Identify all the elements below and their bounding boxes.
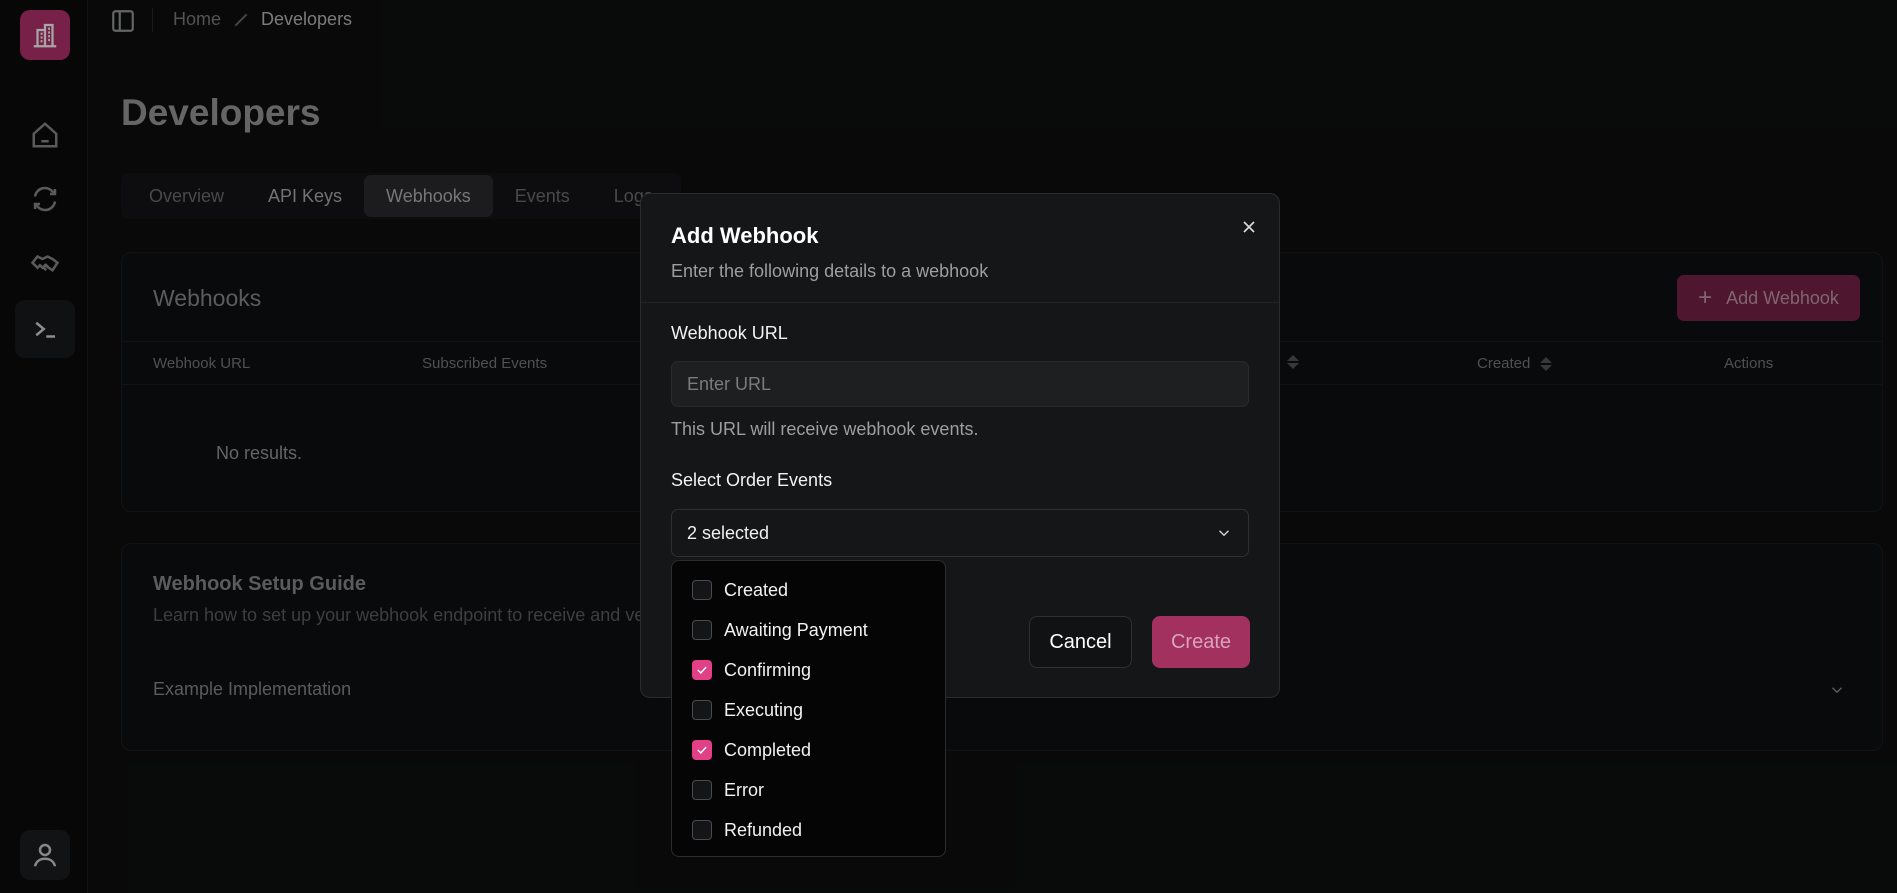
event-option-created[interactable]: Created <box>672 570 945 610</box>
cancel-button[interactable]: Cancel <box>1029 616 1132 668</box>
checkbox[interactable] <box>692 580 712 600</box>
order-events-dropdown: Created Awaiting Payment Confirming Exec… <box>671 560 946 857</box>
event-option-label: Awaiting Payment <box>724 619 868 640</box>
order-events-value: 2 selected <box>687 522 770 543</box>
event-option-error[interactable]: Error <box>672 770 945 810</box>
webhook-url-help: This URL will receive webhook events. <box>671 419 979 439</box>
checkbox-checked[interactable] <box>692 740 712 760</box>
dialog-title: Add Webhook <box>671 223 819 248</box>
dialog-subtitle: Enter the following details to a webhook <box>671 261 989 281</box>
checkbox-checked[interactable] <box>692 660 712 680</box>
event-option-confirming[interactable]: Confirming <box>672 650 945 690</box>
webhook-url-input[interactable] <box>671 361 1249 407</box>
checkbox[interactable] <box>692 780 712 800</box>
event-option-completed[interactable]: Completed <box>672 730 945 770</box>
event-option-label: Completed <box>724 739 812 760</box>
check-icon <box>697 746 707 755</box>
event-option-refunded[interactable]: Refunded <box>672 810 945 850</box>
webhook-url-label: Webhook URL <box>671 323 788 343</box>
event-option-label: Refunded <box>724 819 803 840</box>
check-icon <box>697 666 707 675</box>
event-option-label: Error <box>724 779 764 800</box>
event-option-awaiting-payment[interactable]: Awaiting Payment <box>672 610 945 650</box>
chevron-down-icon <box>1218 530 1230 537</box>
order-events-label: Select Order Events <box>671 470 833 490</box>
app-root: Home Developers Developers Overview API … <box>0 0 1897 893</box>
create-button[interactable]: Create <box>1152 616 1250 668</box>
event-option-label: Executing <box>724 699 804 720</box>
order-events-select[interactable]: 2 selected <box>671 509 1249 557</box>
event-option-executing[interactable]: Executing <box>672 690 945 730</box>
checkbox[interactable] <box>692 620 712 640</box>
event-option-label: Confirming <box>724 659 812 680</box>
close-icon[interactable] <box>1239 217 1259 237</box>
checkbox[interactable] <box>692 820 712 840</box>
event-option-label: Created <box>724 579 789 600</box>
checkbox[interactable] <box>692 700 712 720</box>
divider <box>641 302 1279 303</box>
